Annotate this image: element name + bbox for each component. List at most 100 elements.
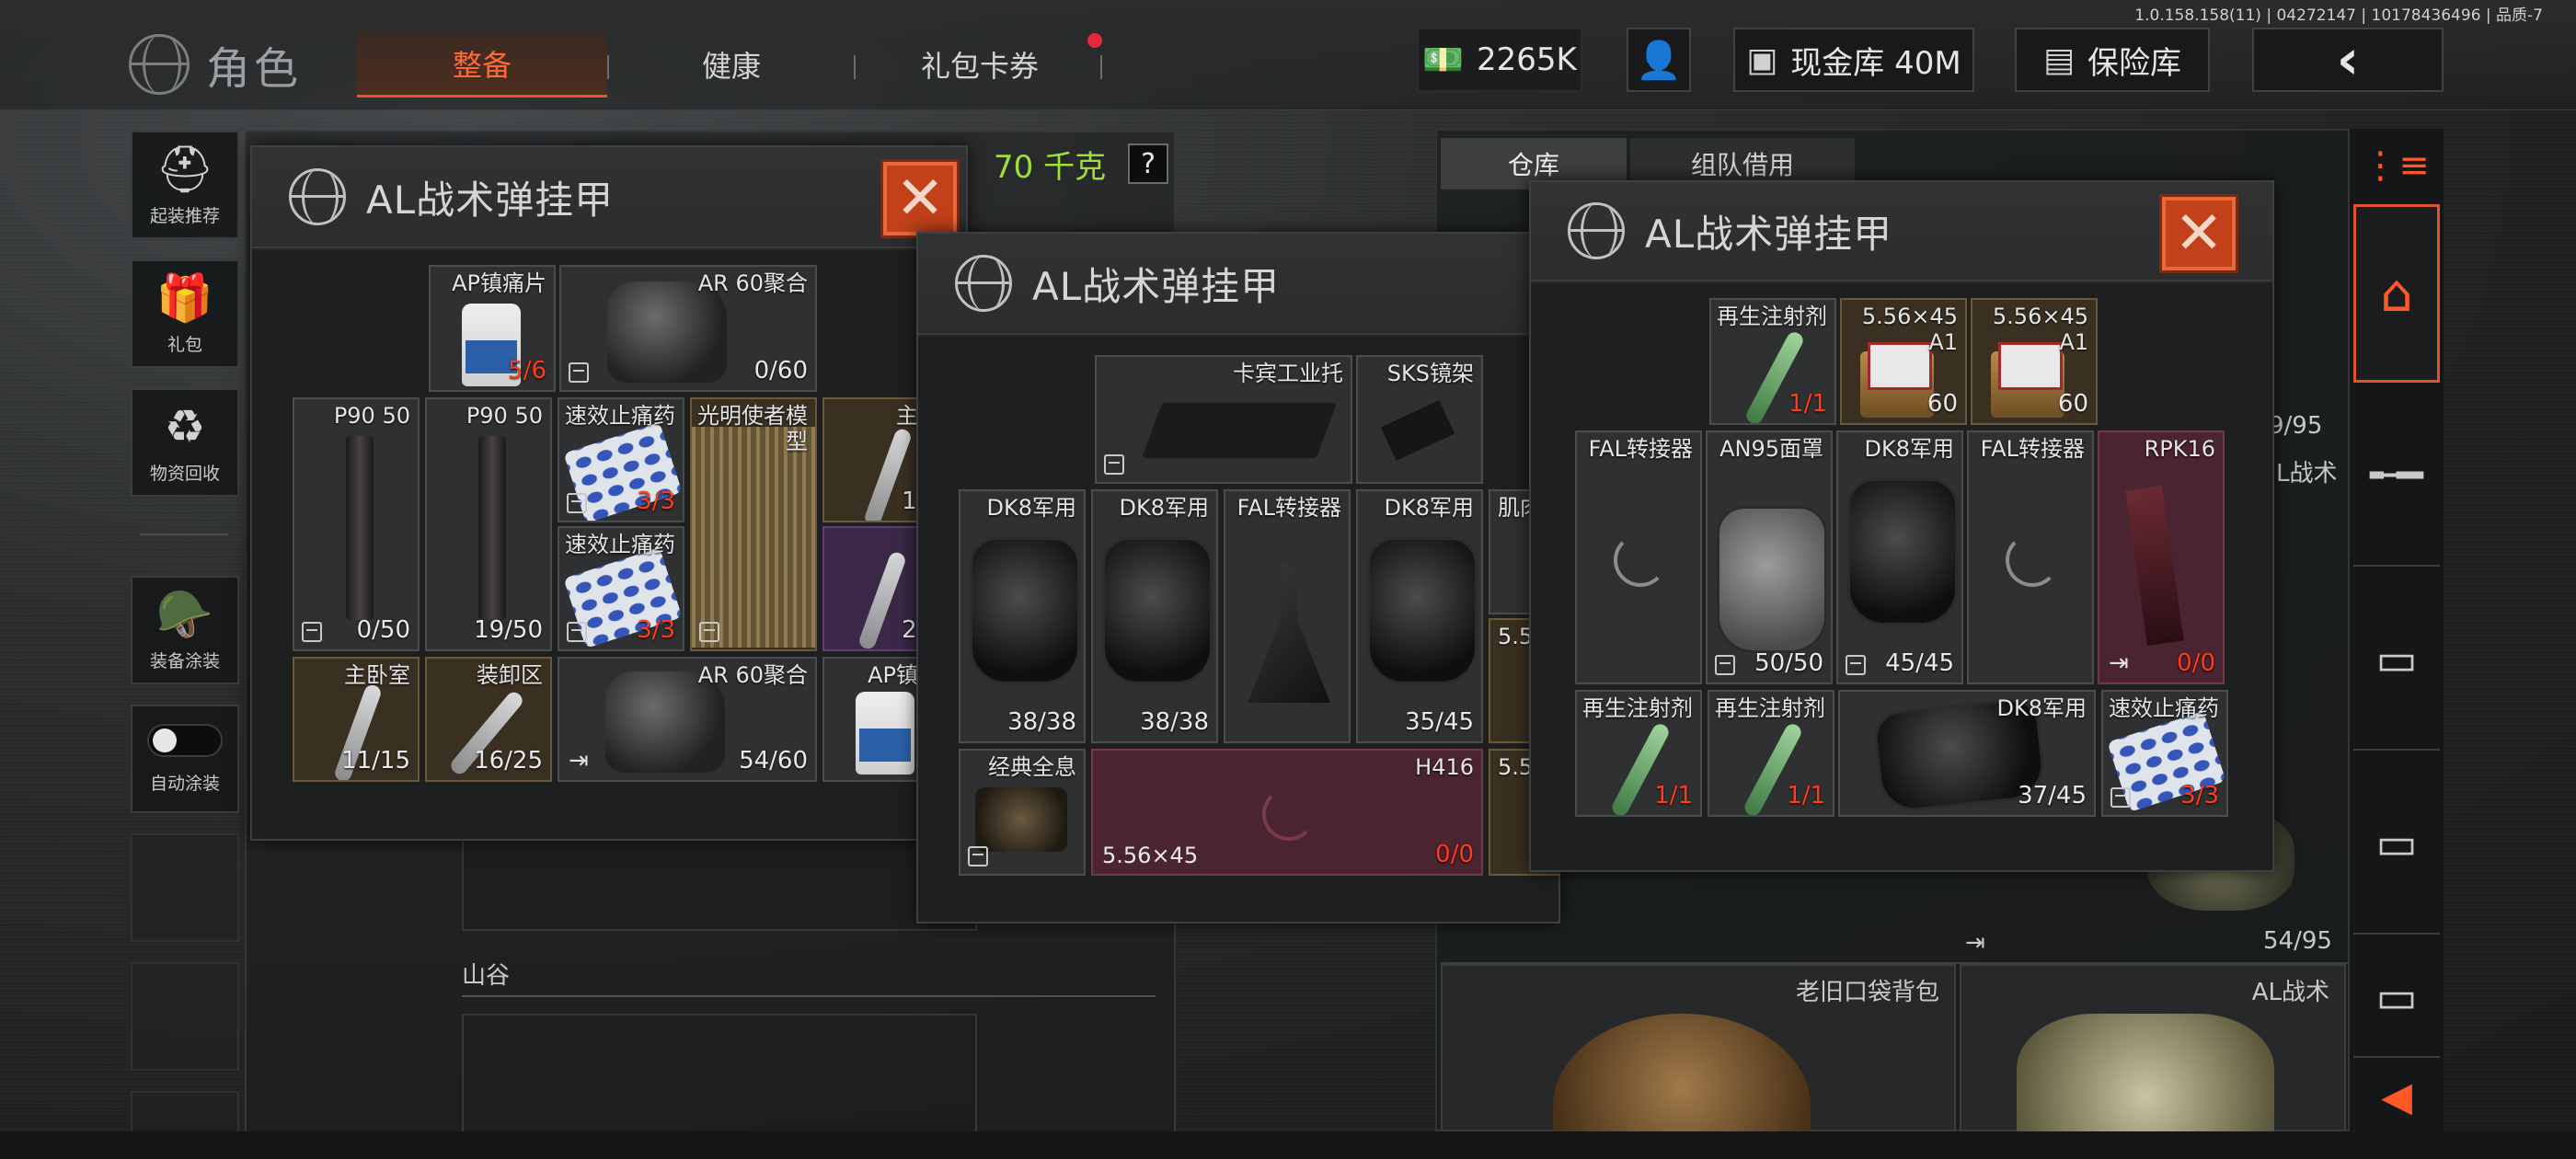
item-cell[interactable]: 速效止痛药 3/3 (2101, 690, 2228, 817)
globe-icon (955, 255, 1012, 312)
item-cell[interactable]: DK8军用 35/45 (1356, 489, 1483, 743)
item-cell[interactable]: DK8军用 45/45 (1836, 430, 1963, 684)
ammo-box-image (1991, 342, 2064, 418)
item-cell[interactable]: 再生注射剂 1/1 (1709, 298, 1836, 425)
character-tab[interactable]: 角色 (129, 28, 350, 101)
item-cell[interactable]: FAL转接器 (1967, 430, 2094, 684)
paint-equipment-button[interactable]: 🪖 装备涂装 (131, 576, 239, 684)
item-cell[interactable]: DK8军用 38/38 (959, 489, 1086, 743)
item-cell[interactable]: H416 5.56×45 0/0 (1091, 749, 1483, 876)
item-count: 60 (2057, 390, 2088, 418)
support-button[interactable]: 👤 (1627, 28, 1691, 92)
tab-team-borrow-label: 组队借用 (1690, 150, 1794, 180)
tab-equip[interactable]: 整备 (357, 31, 607, 98)
item-cell[interactable]: AR 60聚合 0/60 (559, 265, 817, 392)
currency-display[interactable]: 💵 2265K (1417, 28, 1582, 92)
section-label: 山谷 (462, 962, 511, 990)
item-name: 5.56×45 A1 (1861, 304, 1958, 355)
stock-image (1142, 403, 1337, 458)
close-button[interactable]: ✕ (880, 159, 960, 238)
tab-health[interactable]: 健康 (626, 31, 837, 98)
item-cell[interactable]: FAL转接器 (1224, 489, 1351, 743)
item-cell[interactable]: DK8军用 38/38 (1091, 489, 1218, 743)
item-name: DK8军用 (1996, 695, 2087, 721)
container-icon (567, 493, 587, 513)
tab-warehouse-label: 仓库 (1507, 150, 1559, 180)
cash-vault-button[interactable]: ▣ 现金库 40M (1733, 28, 1974, 92)
storage-box-icon: ▭ (2375, 634, 2418, 685)
loadout-recommend-button[interactable]: ⛑ 起装推荐 (131, 131, 239, 239)
item-cell[interactable]: ⇥ AR 60聚合 54/60 (558, 657, 817, 782)
weight-help-button[interactable]: ? (1128, 143, 1169, 184)
item-cell[interactable]: 速效止痛药 3/3 (558, 526, 684, 651)
collapse-button[interactable]: ◀ (2353, 1061, 2440, 1131)
ammo-box-image (1860, 342, 1934, 418)
storage-box-button[interactable]: ▭ (2353, 754, 2440, 935)
holo-sight-image (975, 787, 1067, 852)
chevron-left-icon: ◀ (2381, 1073, 2412, 1120)
loading-spinner (1262, 787, 1316, 841)
item-cell[interactable]: 装卸区 16/25 (425, 657, 552, 782)
safe-icon: ▤ (2042, 40, 2075, 79)
item-name: 经典全息 (988, 754, 1076, 780)
storage-item-name: L战术 (2276, 460, 2338, 488)
loadout-recommend-icon: ⛑ (155, 142, 214, 196)
storage-box-button[interactable]: ▭ (2353, 570, 2440, 751)
item-name: 5.5 (1498, 754, 1534, 780)
item-count: 3/3 (637, 488, 675, 515)
brand-label: 角色 (206, 43, 303, 95)
item-cell[interactable]: FAL转接器 (1575, 430, 1702, 684)
item-count: 0/0 (2177, 649, 2215, 677)
close-button[interactable]: ✕ (2159, 194, 2238, 273)
tab-gift-cards[interactable]: 礼包卡券 (865, 31, 1095, 98)
item-name: AP镇痛片 (452, 270, 546, 296)
storage-box-icon: ▭ (2375, 971, 2418, 1023)
tab-divider (607, 55, 609, 79)
safe-box-button[interactable]: ▤ 保险库 (2015, 28, 2210, 92)
sort-icon[interactable]: ⋮≡ (2348, 131, 2444, 201)
storage-item-vest[interactable]: AL战术 (1960, 964, 2346, 1159)
item-cell[interactable]: 再生注射剂 1/1 (1575, 690, 1702, 817)
rifle-image (2125, 486, 2184, 646)
home-button[interactable]: ⌂ (2353, 204, 2440, 383)
drum-magazine-image (607, 281, 727, 383)
item-cell[interactable]: DK8军用 37/45 (1838, 690, 2096, 817)
storage-item-backpack[interactable]: 老旧口袋背包 (1441, 964, 1956, 1159)
item-cell[interactable]: P90 50 19/50 (425, 397, 552, 651)
item-cell[interactable]: 再生注射剂 1/1 (1708, 690, 1834, 817)
item-count: 54/60 (739, 747, 808, 775)
back-button[interactable]: ‹ (2252, 28, 2444, 92)
container-icon (1846, 655, 1866, 675)
toggle-switch[interactable] (147, 723, 223, 757)
panel-header[interactable]: AL战术弹挂甲 (918, 234, 1558, 335)
item-cell[interactable]: 主卧室 11/15 (293, 657, 420, 782)
item-cell[interactable]: P90 50 0/50 (293, 397, 420, 651)
weapon-filter-button[interactable]: ╾━ (2353, 386, 2440, 567)
empty-slot (131, 833, 239, 942)
version-text: 1.0.158.158(11) | 04272147 | 10178436496… (2134, 6, 2543, 25)
sidebar-divider (140, 534, 228, 535)
gift-button[interactable]: 🎁 礼包 (131, 259, 239, 368)
item-cell[interactable]: 5.56×45 A1 60 (1840, 298, 1967, 425)
item-cell[interactable]: 卡宾工业托 (1095, 355, 1352, 484)
item-name: 速效止痛药 (2109, 695, 2219, 721)
item-name: DK8军用 (986, 495, 1077, 521)
panel-header[interactable]: AL战术弹挂甲 (252, 147, 966, 248)
item-name: 再生注射剂 (1582, 695, 1693, 721)
recycle-button[interactable]: ♻ 物资回收 (131, 388, 239, 497)
tab-gift-cards-label: 礼包卡券 (920, 49, 1039, 84)
notification-dot (1087, 33, 1102, 48)
storage-box-button[interactable]: ▭ (2353, 938, 2440, 1058)
recycle-icon: ♻ (164, 399, 206, 453)
item-cell[interactable]: AP镇痛片 5/6 (429, 265, 556, 392)
item-count: 50/50 (1754, 649, 1823, 677)
item-name: FAL转接器 (1236, 495, 1341, 521)
item-cell[interactable]: 5.56×45 A1 60 (1971, 298, 2098, 425)
item-cell[interactable]: 速效止痛药 3/3 (558, 397, 684, 522)
item-cell[interactable]: ⇥ RPK16 0/0 (2098, 430, 2225, 684)
item-cell[interactable]: SKS镜架 (1356, 355, 1483, 484)
item-cell[interactable]: 经典全息 (959, 749, 1086, 876)
item-cell[interactable]: 光明使者模型 (690, 397, 817, 651)
auto-paint-toggle[interactable]: 自动涂装 (131, 705, 239, 813)
item-cell[interactable]: AN95面罩 50/50 (1706, 430, 1833, 684)
